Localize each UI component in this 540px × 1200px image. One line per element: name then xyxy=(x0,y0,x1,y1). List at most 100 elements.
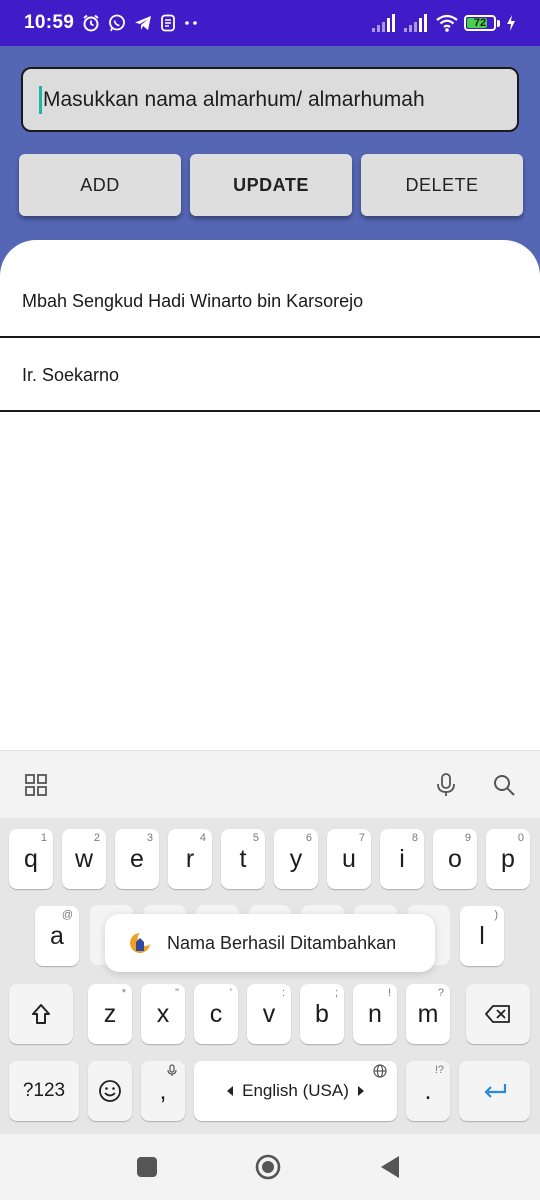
key-l[interactable]: ) l xyxy=(460,906,504,966)
status-bar: 10:59 72 xyxy=(0,0,540,46)
delete-button[interactable]: DELETE xyxy=(361,154,523,216)
key-hint: 2 xyxy=(93,832,100,844)
key-i[interactable]: 8i xyxy=(380,829,424,889)
backspace-icon xyxy=(485,1005,510,1023)
update-button[interactable]: UPDATE xyxy=(190,154,352,216)
key-hint: ' xyxy=(229,987,232,999)
add-button[interactable]: ADD xyxy=(19,154,181,216)
key-w[interactable]: 2w xyxy=(62,829,106,889)
key-label: q xyxy=(24,844,38,873)
key-n[interactable]: ! n xyxy=(353,984,397,1044)
period-key[interactable]: !? . xyxy=(406,1061,450,1121)
language-right-arrow-icon xyxy=(357,1086,364,1096)
key-t[interactable]: 5t xyxy=(221,829,265,889)
key-v[interactable]: :v xyxy=(247,984,291,1044)
toast-text: Nama Berhasil Ditambahkan xyxy=(167,932,397,953)
key-label: , xyxy=(159,1076,167,1105)
charging-icon xyxy=(506,15,516,31)
name-input[interactable]: Masukkan nama almarhum/ almarhumah xyxy=(21,67,519,132)
key-y[interactable]: 6y xyxy=(274,829,318,889)
globe-icon xyxy=(373,1064,387,1081)
list-item[interactable]: Ir. Soekarno xyxy=(0,340,540,412)
key-hint: ! xyxy=(387,987,391,999)
key-hint: ? xyxy=(437,987,444,999)
key-label: y xyxy=(289,844,303,873)
recents-button[interactable] xyxy=(134,1154,160,1180)
key-p[interactable]: 0p xyxy=(486,829,530,889)
key-label: n xyxy=(368,999,382,1028)
key-hint: " xyxy=(175,987,179,999)
key-label: p xyxy=(501,844,515,873)
enter-key[interactable] xyxy=(459,1061,530,1121)
key-hint: 3 xyxy=(146,832,153,844)
space-key[interactable]: English (USA) xyxy=(194,1061,397,1121)
key-hint: 1 xyxy=(40,832,47,844)
microphone-icon[interactable] xyxy=(432,771,460,799)
triangle-back-icon xyxy=(381,1156,399,1178)
symbols-key[interactable]: ?123 xyxy=(9,1061,79,1121)
home-button[interactable] xyxy=(255,1154,281,1180)
telegram-icon xyxy=(134,15,152,31)
alarm-icon xyxy=(82,14,100,32)
text-cursor xyxy=(39,85,42,114)
mic-hint-icon xyxy=(167,1064,177,1080)
list-item[interactable]: Mbah Sengkud Hadi Winarto bin Karsorejo xyxy=(0,266,540,338)
key-u[interactable]: 7u xyxy=(327,829,371,889)
key-m[interactable]: ? m xyxy=(406,984,450,1044)
key-hint: !? xyxy=(434,1064,444,1076)
space-language-label: English (USA) xyxy=(242,1081,349,1100)
key-label: o xyxy=(448,844,462,873)
square-icon xyxy=(137,1157,157,1177)
apps-grid-icon[interactable] xyxy=(22,771,50,799)
language-left-arrow-icon xyxy=(227,1086,234,1096)
comma-key[interactable]: , xyxy=(141,1061,185,1121)
status-icons-right: 72 xyxy=(372,14,516,32)
app-logo-icon xyxy=(127,930,153,956)
key-hint: 9 xyxy=(464,832,471,844)
key-hint: @ xyxy=(61,909,73,921)
navigation-bar xyxy=(0,1134,540,1200)
wifi-icon xyxy=(436,14,458,32)
key-o[interactable]: 9o xyxy=(433,829,477,889)
emoji-key[interactable] xyxy=(88,1061,132,1121)
key-label: b xyxy=(315,999,329,1028)
back-button[interactable] xyxy=(377,1154,403,1180)
key-hint: 8 xyxy=(411,832,418,844)
more-dots-icon xyxy=(184,20,198,26)
key-label: v xyxy=(262,999,276,1028)
key-e[interactable]: 3e xyxy=(115,829,159,889)
backspace-key[interactable] xyxy=(466,984,530,1044)
shift-arrow-icon xyxy=(32,1004,50,1024)
name-list: Mbah Sengkud Hadi Winarto bin Karsorejo … xyxy=(0,240,540,750)
shift-key[interactable] xyxy=(9,984,73,1044)
keyboard-toolbar xyxy=(0,750,540,818)
key-label: l xyxy=(479,921,485,950)
signal-icon xyxy=(372,14,398,32)
toast-message: Nama Berhasil Ditambahkan xyxy=(105,914,435,972)
battery-level: 72 xyxy=(473,17,487,29)
circle-icon xyxy=(255,1154,281,1180)
key-r[interactable]: 4r xyxy=(168,829,212,889)
key-x[interactable]: " x xyxy=(141,984,185,1044)
key-hint: 6 xyxy=(305,832,312,844)
key-hint: * xyxy=(121,987,126,999)
key-label: t xyxy=(239,844,247,873)
key-a[interactable]: @ a xyxy=(35,906,79,966)
key-label: a xyxy=(50,921,64,950)
key-label: . xyxy=(424,1076,432,1105)
key-hint: ; xyxy=(334,987,338,999)
key-hint: 0 xyxy=(517,832,524,844)
key-b[interactable]: ; b xyxy=(300,984,344,1044)
search-icon[interactable] xyxy=(490,771,518,799)
key-label: i xyxy=(399,844,405,873)
key-hint: ) xyxy=(494,909,498,921)
key-label: x xyxy=(156,999,170,1028)
key-hint: 4 xyxy=(199,832,206,844)
key-hint: : xyxy=(281,987,285,999)
key-label: c xyxy=(209,999,223,1028)
key-c[interactable]: ' c xyxy=(194,984,238,1044)
key-z[interactable]: * z xyxy=(88,984,132,1044)
key-q[interactable]: 1q xyxy=(9,829,53,889)
key-label: m xyxy=(417,999,439,1028)
key-hint: 5 xyxy=(252,832,259,844)
